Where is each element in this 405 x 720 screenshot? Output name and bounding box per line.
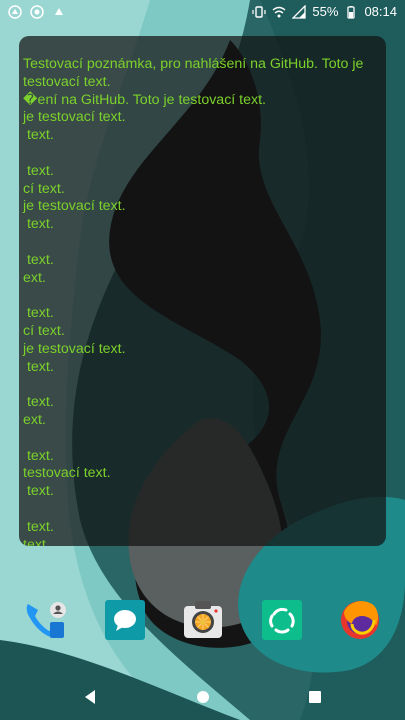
note-line: text. <box>23 483 54 500</box>
note-widget[interactable]: Testovací poznámka, pro nahlášení na Git… <box>19 36 386 546</box>
firefox-icon[interactable] <box>338 598 382 642</box>
note-line: Testovací poznámka, pro nahlášení na Git… <box>23 56 368 90</box>
recents-icon[interactable] <box>304 686 326 708</box>
notification-icon <box>55 8 63 15</box>
note-line <box>23 501 382 519</box>
wifi-icon <box>272 6 286 18</box>
vibrate-icon <box>252 6 267 18</box>
note-line <box>23 376 382 394</box>
clock: 08:14 <box>364 4 397 19</box>
note-line: cí text. <box>23 322 65 339</box>
note-line: je testovací text. <box>23 109 126 126</box>
note-line: text. <box>23 127 54 144</box>
home-icon[interactable] <box>192 686 214 708</box>
note-line: ext. <box>23 269 46 286</box>
note-line: testovací text. <box>23 465 111 482</box>
note-line: �ení na GitHub. Toto je testovací text. <box>23 91 266 108</box>
camera-icon[interactable] <box>181 598 225 642</box>
note-line: text. <box>23 305 54 322</box>
nav-bar <box>0 672 405 720</box>
element-icon[interactable] <box>260 598 304 642</box>
note-line: cí text. <box>23 180 65 197</box>
note-text: Testovací poznámka, pro nahlášení na Git… <box>19 36 386 546</box>
note-line <box>23 287 382 305</box>
back-icon[interactable] <box>80 686 102 708</box>
note-line: text. <box>23 536 50 546</box>
note-line <box>23 430 382 448</box>
record-icon <box>30 5 44 19</box>
note-line: ext. <box>23 411 46 428</box>
signal-icon <box>292 5 307 19</box>
note-line: text. <box>23 162 54 179</box>
note-line: text. <box>23 251 54 268</box>
battery-percent: 55% <box>312 4 339 19</box>
note-line: je testovací text. <box>23 198 126 215</box>
battery-icon <box>347 6 356 19</box>
note-line <box>23 145 382 163</box>
note-line: je testovací text. <box>23 340 126 357</box>
note-line: text. <box>23 394 54 411</box>
note-line: text. <box>23 447 54 464</box>
phone-contacts-icon[interactable] <box>22 598 66 642</box>
note-line: text. <box>23 216 54 233</box>
note-line: text. <box>23 518 54 535</box>
dock <box>0 598 405 646</box>
sim-icon <box>8 5 22 19</box>
note-line: text. <box>23 358 54 375</box>
note-line <box>23 234 382 252</box>
messages-icon[interactable] <box>103 598 147 642</box>
status-bar: 55% 08:14 <box>0 0 405 24</box>
